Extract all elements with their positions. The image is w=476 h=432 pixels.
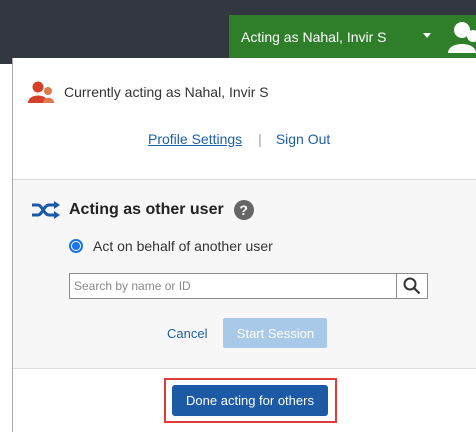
acting-as-menu[interactable]: Acting as Nahal, Invir S	[229, 15, 476, 58]
act-as-other-heading: Acting as other user ?	[31, 200, 254, 220]
act-on-behalf-option[interactable]: Act on behalf of another user	[69, 238, 273, 254]
act-on-behalf-radio[interactable]	[69, 239, 83, 253]
current-user-row: Currently acting as Nahal, Invir S	[28, 80, 269, 104]
sign-out-link[interactable]: Sign Out	[276, 131, 330, 147]
cancel-link[interactable]: Cancel	[167, 326, 207, 341]
act-on-behalf-label: Act on behalf of another user	[93, 238, 273, 254]
start-session-button[interactable]: Start Session	[223, 318, 328, 348]
user-avatar-icon[interactable]	[446, 19, 476, 55]
help-icon[interactable]: ?	[233, 200, 254, 220]
account-links: Profile Settings | Sign Out	[148, 131, 330, 147]
acting-as-label: Acting as Nahal, Invir S	[241, 28, 387, 45]
act-as-other-title: Acting as other user	[69, 201, 224, 218]
search-icon	[403, 277, 421, 295]
top-bar: Acting as Nahal, Invir S	[0, 0, 476, 64]
caret-down-icon[interactable]	[423, 33, 431, 38]
search-button[interactable]	[396, 273, 428, 299]
radio-selected-dot	[72, 242, 80, 250]
current-user-text: Currently acting as Nahal, Invir S	[64, 84, 269, 100]
user-avatar-icon	[28, 81, 54, 103]
user-search-input[interactable]	[69, 273, 396, 299]
link-separator: |	[258, 131, 262, 147]
shuffle-icon	[32, 201, 60, 219]
done-acting-button[interactable]: Done acting for others	[172, 385, 328, 416]
session-actions: Cancel Start Session	[167, 318, 328, 348]
user-search	[69, 273, 428, 299]
profile-settings-link[interactable]: Profile Settings	[148, 131, 242, 147]
